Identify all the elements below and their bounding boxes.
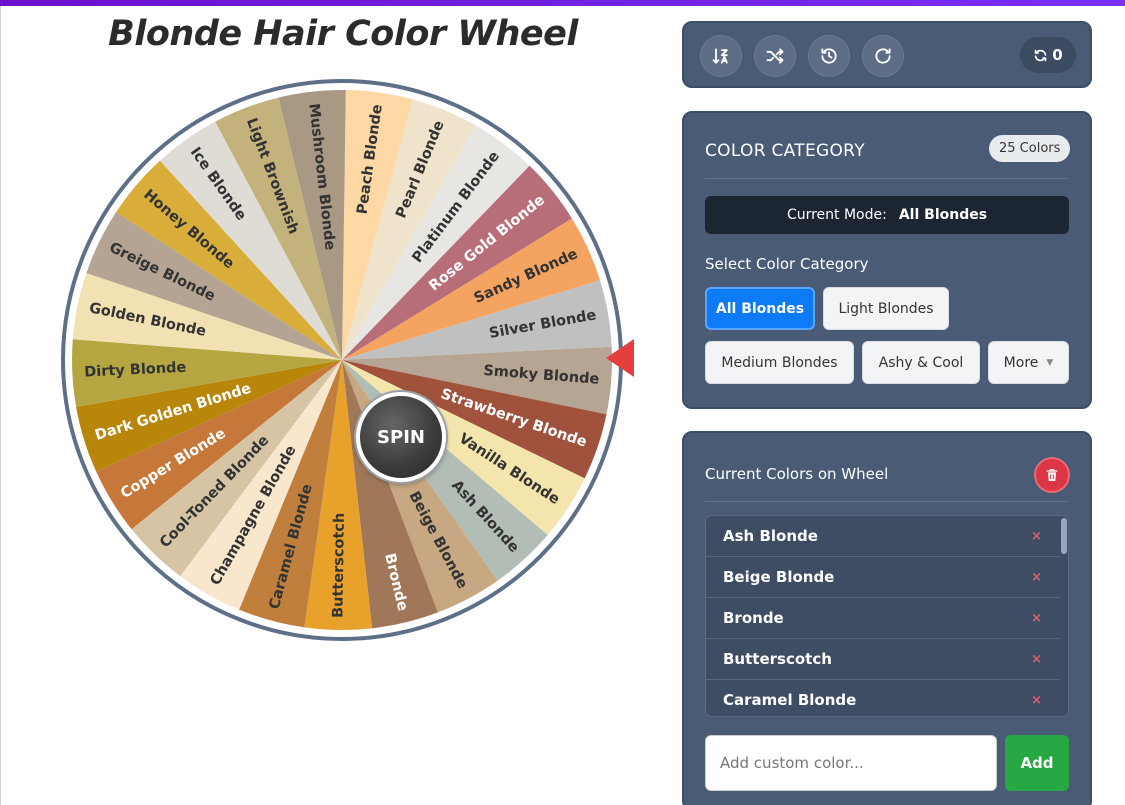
category-all-blondes-button[interactable]: All Blondes bbox=[705, 287, 815, 330]
color-wheel[interactable]: Peach Blonde Pearl Blonde Platinum Blonde R… bbox=[60, 78, 624, 642]
list-item: Ash Blonde × bbox=[706, 516, 1068, 557]
color-category-panel: COLOR CATEGORY 25 Colors Current Mode: A… bbox=[682, 111, 1092, 409]
spin-count-value: 0 bbox=[1052, 46, 1063, 64]
caret-down-icon: ▼ bbox=[1046, 357, 1054, 368]
remove-color-button[interactable]: × bbox=[1031, 652, 1042, 667]
wheel-pointer-icon bbox=[606, 339, 634, 377]
divider bbox=[705, 501, 1069, 502]
color-count-badge: 25 Colors bbox=[989, 135, 1071, 162]
current-mode-display: Current Mode: All Blondes bbox=[705, 196, 1069, 234]
clear-all-button[interactable] bbox=[1034, 457, 1070, 493]
category-more-dropdown[interactable]: More ▼ bbox=[988, 341, 1069, 384]
current-colors-panel: Current Colors on Wheel Ash Blonde × Bei… bbox=[682, 431, 1092, 805]
remove-color-button[interactable]: × bbox=[1031, 611, 1042, 626]
top-accent-bar bbox=[0, 0, 1125, 6]
divider bbox=[705, 178, 1069, 179]
category-ashy-cool-button[interactable]: Ashy & Cool bbox=[862, 341, 980, 384]
list-item: Butterscotch × bbox=[706, 639, 1068, 680]
history-button[interactable] bbox=[808, 35, 850, 77]
sort-button[interactable] bbox=[700, 35, 742, 77]
sort-icon bbox=[712, 48, 728, 64]
spin-counter: 0 bbox=[1020, 37, 1076, 73]
remove-color-button[interactable]: × bbox=[1031, 693, 1042, 708]
remove-color-button[interactable]: × bbox=[1031, 570, 1042, 585]
category-medium-blondes-button[interactable]: Medium Blondes bbox=[705, 341, 854, 384]
color-name: Caramel Blonde bbox=[723, 691, 857, 709]
mode-label: Current Mode: bbox=[786, 207, 887, 223]
color-name: Bronde bbox=[723, 609, 784, 627]
colors-list[interactable]: Ash Blonde × Beige Blonde × Bronde × But… bbox=[705, 515, 1069, 717]
list-item: Bronde × bbox=[706, 598, 1068, 639]
shuffle-icon bbox=[766, 48, 784, 64]
scrollbar[interactable] bbox=[1060, 516, 1068, 716]
color-name: Beige Blonde bbox=[723, 568, 835, 586]
page-title: Blonde Hair Color Wheel bbox=[108, 14, 578, 54]
scrollbar-thumb[interactable] bbox=[1061, 518, 1067, 554]
frame-border bbox=[0, 6, 1, 805]
sync-icon bbox=[1034, 49, 1047, 61]
category-heading: COLOR CATEGORY bbox=[705, 141, 865, 161]
more-label: More bbox=[1003, 354, 1039, 371]
list-item: Beige Blonde × bbox=[706, 557, 1068, 598]
category-light-blondes-button[interactable]: Light Blondes bbox=[823, 287, 949, 330]
redo-icon bbox=[875, 48, 891, 64]
add-color-button[interactable]: Add bbox=[1005, 735, 1069, 791]
color-name: Ash Blonde bbox=[723, 527, 818, 545]
history-icon bbox=[821, 48, 837, 64]
mode-value: All Blondes bbox=[898, 207, 988, 223]
redo-button[interactable] bbox=[862, 35, 904, 77]
toolbar-panel: 0 bbox=[682, 21, 1092, 88]
custom-color-input[interactable] bbox=[705, 735, 997, 791]
wheel-graphic[interactable]: Peach Blonde Pearl BlondePlatinum BlondeR… bbox=[60, 78, 624, 642]
current-colors-heading: Current Colors on Wheel bbox=[705, 465, 889, 483]
color-name: Butterscotch bbox=[723, 650, 832, 668]
remove-color-button[interactable]: × bbox=[1031, 529, 1042, 544]
shuffle-button[interactable] bbox=[754, 35, 796, 77]
select-category-label: Select Color Category bbox=[705, 255, 869, 273]
list-item: Caramel Blonde × bbox=[706, 680, 1068, 716]
wheel-segment-label: Butterscotch bbox=[330, 513, 347, 618]
trash-icon bbox=[1046, 469, 1058, 481]
spin-button[interactable]: SPIN bbox=[356, 392, 446, 482]
